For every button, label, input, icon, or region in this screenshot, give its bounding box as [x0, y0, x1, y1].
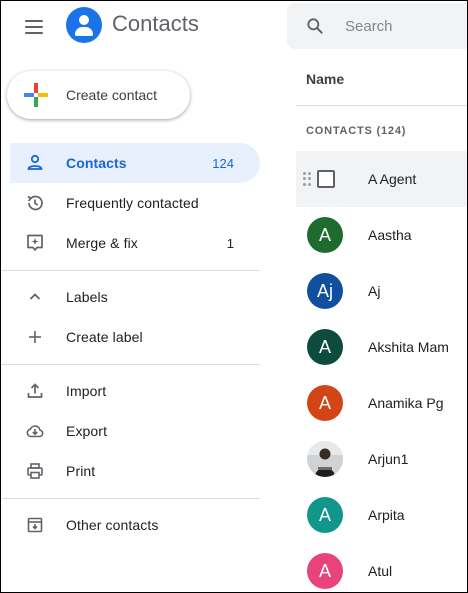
sidebar-item-label: Contacts [66, 155, 127, 171]
avatar: A [307, 385, 343, 421]
contact-row[interactable]: A Agent [296, 151, 467, 207]
contact-name: Anamika Pg [368, 395, 444, 411]
sidebar-divider [1, 498, 260, 499]
history-icon [27, 195, 43, 211]
sidebar-divider [1, 364, 260, 365]
sidebar-item-label: Labels [66, 289, 108, 305]
avatar: A [307, 497, 343, 533]
sidebar-divider [1, 270, 260, 271]
contacts-count: 124 [212, 155, 234, 171]
contact-name: Aj [368, 283, 381, 299]
contact-name: Aastha [368, 227, 412, 243]
avatar: A [307, 329, 343, 365]
contact-row[interactable]: A Akshita Mam [296, 319, 467, 375]
sidebar-item-print[interactable]: Print [1, 451, 260, 491]
contacts-section-header: CONTACTS (124) [306, 125, 407, 137]
contact-row[interactable]: A Arpita [296, 487, 467, 543]
contact-row[interactable]: A Aastha [296, 207, 467, 263]
search-input[interactable] [345, 15, 465, 37]
contacts-app: Contacts Create contact Contacts 124 Fre… [0, 0, 468, 593]
contact-name: Arjun1 [368, 451, 409, 467]
sidebar-item-label: Import [66, 383, 107, 399]
sidebar-item-frequently-contacted[interactable]: Frequently contacted [1, 183, 260, 223]
archive-icon [27, 517, 43, 533]
contact-name: Atul [368, 563, 393, 579]
sidebar-item-contacts[interactable]: Contacts 124 [10, 143, 260, 183]
sidebar-item-label: Create label [66, 329, 143, 345]
drag-handle-icon[interactable] [303, 172, 311, 186]
main-menu-icon[interactable] [21, 13, 49, 41]
cloud-download-icon [26, 425, 44, 438]
contact-row[interactable]: A Anamika Pg [296, 375, 467, 431]
sidebar-item-label: Export [66, 423, 108, 439]
avatar: A [307, 553, 343, 589]
search-icon[interactable] [305, 16, 325, 36]
sidebar-item-merge-fix[interactable]: Merge & fix 1 [1, 223, 260, 263]
contact-row[interactable]: Arjun1 [296, 431, 467, 487]
create-contact-button[interactable]: Create contact [7, 71, 190, 119]
avatar-photo [307, 441, 343, 477]
search-bar[interactable] [287, 3, 467, 49]
plus-icon [29, 331, 41, 343]
person-icon [27, 154, 43, 170]
sidebar-item-create-label[interactable]: Create label [1, 317, 260, 357]
header-divider [296, 105, 467, 106]
sidebar-item-import[interactable]: Import [1, 371, 260, 411]
contact-name: Akshita Mam [368, 339, 449, 355]
sidebar-item-label: Frequently contacted [66, 195, 199, 211]
contact-row[interactable]: Aj Aj [296, 263, 467, 319]
contacts-logo-icon[interactable] [66, 7, 102, 43]
sidebar-item-labels[interactable]: Labels [1, 277, 260, 317]
colorful-plus-icon [24, 83, 48, 107]
avatar: Aj [307, 273, 343, 309]
app-title: Contacts [112, 11, 199, 36]
select-checkbox[interactable] [317, 170, 335, 188]
column-header-name[interactable]: Name [306, 71, 344, 87]
sidebar-item-label: Print [66, 463, 96, 479]
contact-name: A Agent [368, 171, 417, 187]
contact-row[interactable]: A Atul [296, 543, 467, 592]
sidebar-item-export[interactable]: Export [1, 411, 260, 451]
sidebar-item-label: Other contacts [66, 517, 159, 533]
create-contact-label: Create contact [66, 87, 158, 103]
merge-fix-count: 1 [226, 235, 234, 251]
chevron-up-icon [29, 293, 41, 300]
merge-fix-icon [27, 234, 43, 251]
printer-icon [27, 463, 43, 479]
contact-name: Arpita [368, 507, 405, 523]
upload-icon [27, 383, 43, 398]
avatar: A [307, 217, 343, 253]
sidebar-item-other-contacts[interactable]: Other contacts [1, 505, 260, 545]
sidebar-item-label: Merge & fix [66, 235, 138, 251]
